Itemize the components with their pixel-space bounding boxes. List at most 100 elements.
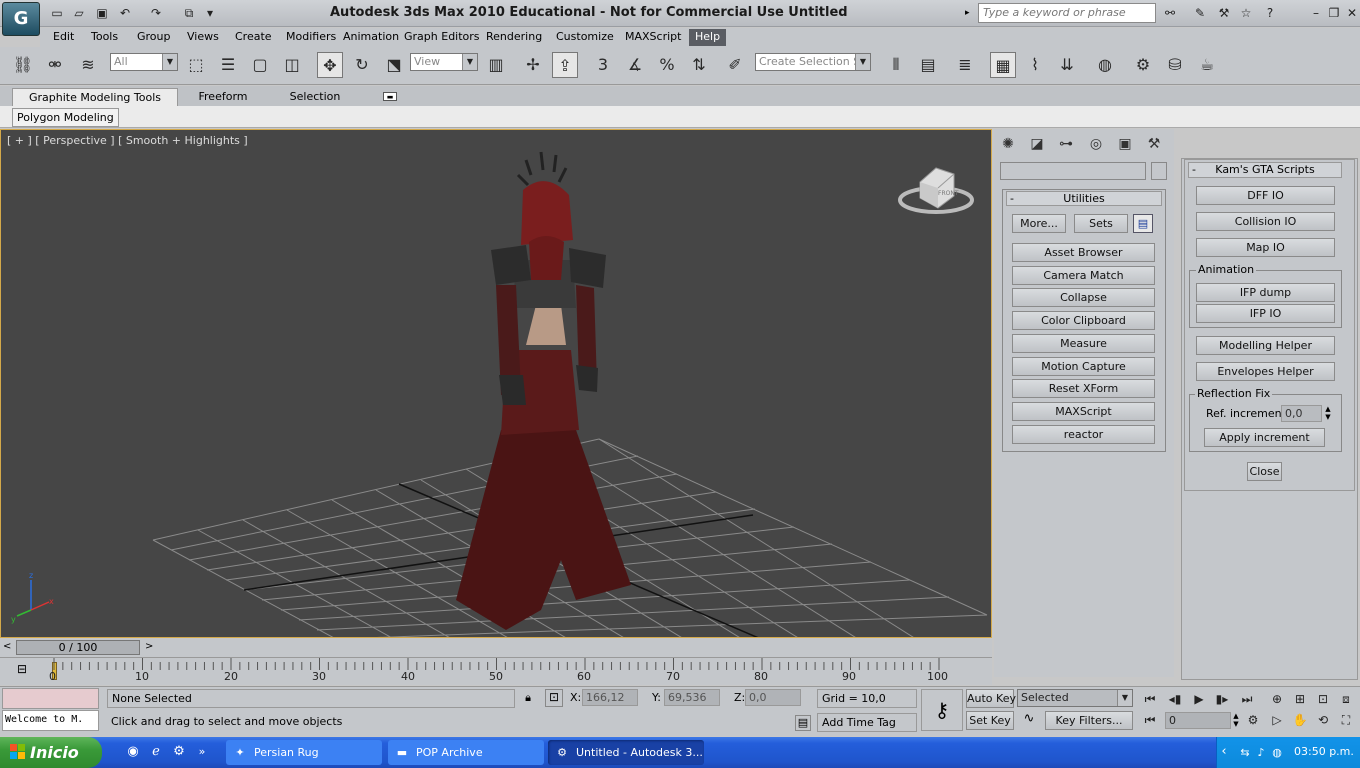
- go-to-end-icon[interactable]: ⏭: [1236, 690, 1258, 708]
- y-coordinate-field[interactable]: 69,536: [664, 689, 720, 706]
- utilities-tab-icon[interactable]: ⚒: [1143, 133, 1165, 155]
- current-frame-field[interactable]: 0: [1165, 712, 1231, 729]
- new-file-icon[interactable]: ▭: [48, 5, 66, 21]
- taskbar-item-pop-archive[interactable]: ▬ POP Archive: [388, 740, 544, 765]
- search-input[interactable]: Type a keyword or phrase: [978, 3, 1156, 23]
- layer-manager-icon[interactable]: ≣: [952, 52, 978, 78]
- menu-create[interactable]: Create: [229, 29, 278, 46]
- modelling-helper-button[interactable]: Modelling Helper: [1196, 336, 1335, 355]
- zoom-icon[interactable]: ⊕: [1266, 690, 1288, 708]
- save-icon[interactable]: ▣: [93, 5, 111, 21]
- graphite-toggle-icon[interactable]: ▦: [990, 52, 1016, 78]
- hierarchy-tab-icon[interactable]: ⊶: [1055, 133, 1077, 155]
- maxscript-listener-top[interactable]: [2, 688, 99, 709]
- gta-scripts-header[interactable]: - Kam's GTA Scripts: [1188, 162, 1342, 178]
- x-coordinate-field[interactable]: 166,12: [582, 689, 638, 706]
- time-tag-icon[interactable]: ▤: [795, 715, 811, 731]
- communication-center-icon[interactable]: ✎: [1190, 5, 1210, 21]
- ref-increment-spinner[interactable]: 0,0: [1281, 405, 1322, 422]
- object-name-field[interactable]: [1000, 162, 1146, 180]
- menu-graph-editors[interactable]: Graph Editors: [398, 29, 486, 46]
- select-and-move-icon[interactable]: ✥: [317, 52, 343, 78]
- ribbon-minimize-icon[interactable]: ▬: [383, 92, 397, 101]
- menu-tools[interactable]: Tools: [85, 29, 124, 46]
- open-mini-curve-editor-icon[interactable]: ⊟: [12, 662, 32, 680]
- polygon-modeling-button[interactable]: Polygon Modeling: [12, 108, 119, 127]
- app-menu-button[interactable]: G: [2, 2, 40, 36]
- rectangular-selection-icon[interactable]: ▢: [247, 52, 273, 78]
- close-icon[interactable]: ✕: [1342, 5, 1360, 21]
- reference-coordinate-dropdown[interactable]: View ▼: [410, 53, 478, 71]
- previous-frame-icon[interactable]: ◂▮: [1164, 690, 1186, 708]
- default-in-out-tangents-icon[interactable]: ∿: [1020, 711, 1038, 729]
- selection-filter-dropdown[interactable]: All ▼: [110, 53, 178, 71]
- 3ds-max-quick-launch-icon[interactable]: ⚙: [170, 743, 188, 761]
- field-of-view-icon[interactable]: ▷: [1266, 711, 1288, 729]
- create-tab-icon[interactable]: ✺: [997, 133, 1019, 155]
- auto-key-button[interactable]: Auto Key: [966, 689, 1016, 708]
- z-coordinate-field[interactable]: 0,0: [745, 689, 801, 706]
- close-button[interactable]: Close: [1247, 462, 1282, 481]
- rendered-frame-window-icon[interactable]: ⛁: [1162, 52, 1188, 78]
- slider-next-icon[interactable]: >: [145, 641, 153, 652]
- curve-editor-icon[interactable]: ⌇: [1022, 52, 1048, 78]
- envelopes-helper-button[interactable]: Envelopes Helper: [1196, 362, 1335, 381]
- spinner-arrows-icon[interactable]: ▲ ▼: [1323, 405, 1333, 422]
- select-by-name-icon[interactable]: ☰: [215, 52, 241, 78]
- manipulate-icon[interactable]: ✢: [520, 52, 546, 78]
- tab-freeform[interactable]: Freeform: [190, 88, 256, 106]
- configure-button-sets-icon[interactable]: ▤: [1133, 214, 1153, 233]
- search-expand-icon[interactable]: ▸: [965, 5, 975, 21]
- utilities-rollout-header[interactable]: - Utilities: [1006, 191, 1162, 206]
- internet-explorer-icon[interactable]: ℯ: [147, 743, 165, 761]
- menu-views[interactable]: Views: [181, 29, 225, 46]
- modify-tab-icon[interactable]: ◪: [1026, 133, 1048, 155]
- menu-group[interactable]: Group: [131, 29, 177, 46]
- collision-io-button[interactable]: Collision IO: [1196, 212, 1335, 231]
- dff-io-button[interactable]: DFF IO: [1196, 186, 1335, 205]
- mirror-icon[interactable]: ⫴: [883, 52, 909, 78]
- quick-access-dropdown-icon[interactable]: ▾: [201, 5, 219, 21]
- maximize-viewport-icon[interactable]: ⛶: [1335, 711, 1357, 729]
- taskbar-item-persian-rug[interactable]: ✦ Persian Rug: [226, 740, 382, 765]
- menu-maxscript[interactable]: MAXScript: [619, 29, 687, 46]
- tools-icon[interactable]: ⚒: [1214, 5, 1234, 21]
- key-filters-button[interactable]: Key Filters...: [1045, 711, 1133, 730]
- slider-prev-icon[interactable]: <: [3, 641, 11, 652]
- material-editor-icon[interactable]: ◍: [1092, 52, 1118, 78]
- zoom-all-icon[interactable]: ⊞: [1289, 690, 1311, 708]
- named-selection-set-dropdown[interactable]: Create Selection Se ▼: [755, 53, 871, 71]
- next-frame-icon[interactable]: ▮▸: [1211, 690, 1233, 708]
- percent-snap-icon[interactable]: %: [654, 52, 680, 78]
- zoom-extents-all-icon[interactable]: ⧈: [1335, 690, 1357, 708]
- maxscript-button[interactable]: MAXScript: [1012, 402, 1155, 421]
- favorites-star-icon[interactable]: ☆: [1236, 5, 1256, 21]
- taskbar-item-3ds-max[interactable]: ⚙ Untitled - Autodesk 3...: [548, 740, 704, 765]
- time-configuration-icon[interactable]: ⚙: [1242, 711, 1264, 729]
- go-to-start-icon[interactable]: ⏮: [1139, 690, 1161, 708]
- menu-help[interactable]: Help: [689, 29, 727, 46]
- quick-launch-more-icon[interactable]: »: [193, 743, 211, 761]
- menu-modifiers[interactable]: Modifiers: [280, 29, 342, 46]
- pivot-center-icon[interactable]: ▥: [483, 52, 509, 78]
- map-io-button[interactable]: Map IO: [1196, 238, 1335, 257]
- bind-space-warp-icon[interactable]: ≋: [75, 52, 101, 78]
- tab-graphite-modeling-tools[interactable]: Graphite Modeling Tools: [12, 88, 178, 106]
- schematic-view-icon[interactable]: ⇊: [1054, 52, 1080, 78]
- measure-button[interactable]: Measure: [1012, 334, 1155, 353]
- restore-icon[interactable]: ❐: [1324, 5, 1344, 21]
- select-and-scale-icon[interactable]: ⬔: [381, 52, 407, 78]
- minimize-icon[interactable]: –: [1306, 5, 1326, 21]
- tray-collapse-icon[interactable]: ‹: [1215, 743, 1233, 761]
- undo-icon[interactable]: ↶: [116, 5, 134, 21]
- chrome-icon[interactable]: ◉: [124, 743, 142, 761]
- add-time-tag-button[interactable]: Add Time Tag: [817, 713, 917, 732]
- pan-view-icon[interactable]: ✋: [1289, 711, 1311, 729]
- ifp-io-button[interactable]: IFP IO: [1196, 304, 1335, 323]
- object-color-swatch[interactable]: [1151, 162, 1167, 180]
- link-icon[interactable]: ⛓: [10, 52, 36, 78]
- antivirus-icon[interactable]: ◍: [1268, 744, 1286, 762]
- snaps-toggle-icon[interactable]: 3: [590, 52, 616, 78]
- color-clipboard-button[interactable]: Color Clipboard: [1012, 311, 1155, 330]
- asset-browser-button[interactable]: Asset Browser: [1012, 243, 1155, 262]
